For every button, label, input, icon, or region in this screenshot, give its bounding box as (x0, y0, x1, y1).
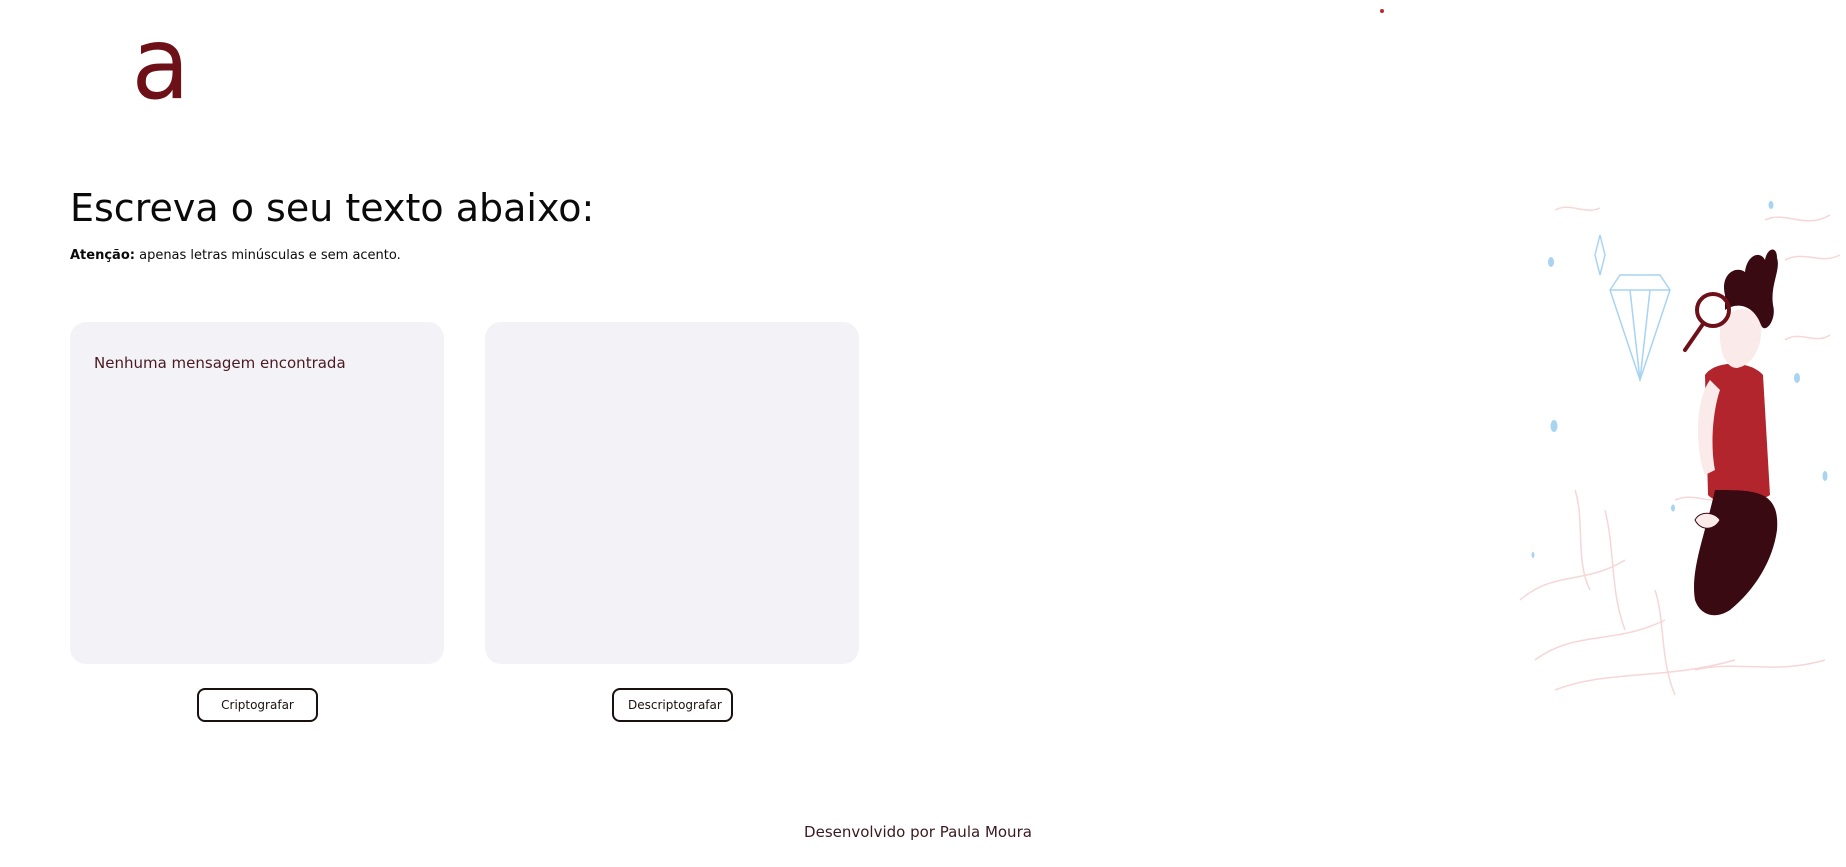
decorative-dot (1380, 9, 1384, 13)
page-title: Escreva o seu texto abaixo: (70, 186, 595, 230)
notice: Atenção: apenas letras minúsculas e sem … (70, 248, 401, 263)
output-text-area[interactable] (485, 322, 859, 664)
logo: a (131, 5, 190, 122)
footer-credit: Desenvolvido por Paula Moura (804, 823, 1032, 841)
decrypt-button[interactable]: Descriptografar (612, 688, 733, 722)
person-with-magnifying-glass-illustration (1519, 201, 1841, 696)
notice-text: apenas letras minúsculas e sem acento. (134, 248, 401, 263)
input-text: Nenhuma mensagem encontrada (94, 354, 346, 372)
notice-label: Atenção: (70, 248, 135, 263)
encrypt-button[interactable]: Criptografar (197, 688, 318, 722)
input-text-area[interactable]: Nenhuma mensagem encontrada (70, 322, 444, 664)
